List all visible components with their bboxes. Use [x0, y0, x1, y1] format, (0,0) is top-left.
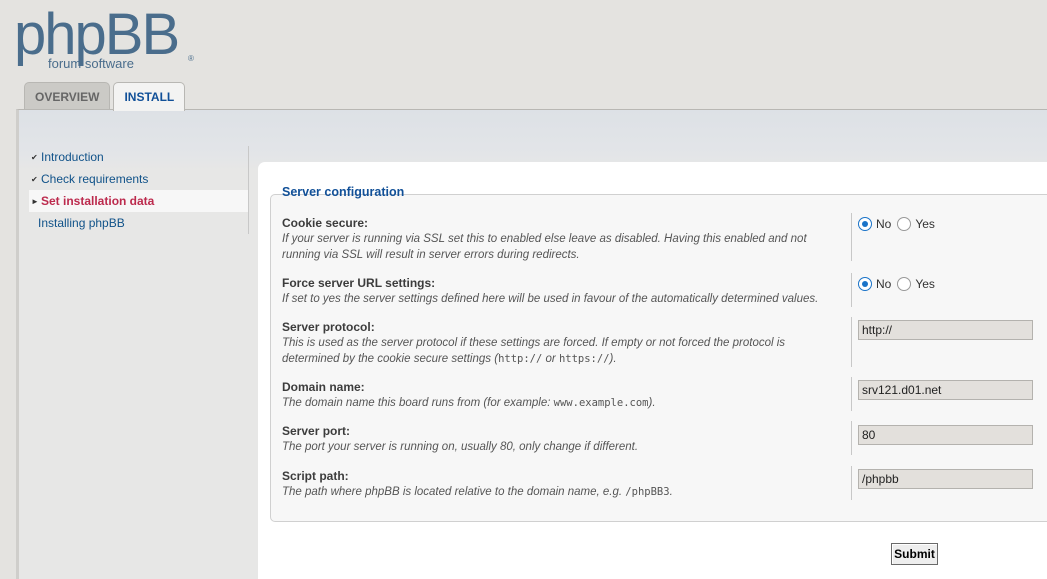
legend-text: Server configuration: [282, 185, 405, 199]
radio-label-yes: Yes: [915, 217, 935, 231]
check-icon: ✔: [31, 174, 38, 184]
explain-code: http://: [498, 353, 543, 365]
menu-item-label: Introduction: [41, 150, 104, 164]
script-path-input[interactable]: /phpbb: [858, 469, 1033, 489]
fieldset-legend: Server configuration: [282, 185, 404, 199]
menu-item-set-installation-data[interactable]: ► Set installation data: [29, 190, 248, 212]
install-steps-menu: ✔ Introduction ✔ Check requirements ► Se…: [29, 146, 249, 234]
cookie-secure-explain: If your server is running via SSL set th…: [282, 233, 807, 261]
force-server-yes-radio[interactable]: [897, 277, 912, 291]
tab-overview[interactable]: OVERVIEW: [24, 82, 111, 110]
explain-code: www.example.com: [553, 397, 649, 409]
cookie-secure-options: No Yes: [858, 217, 941, 231]
radio-label-no: No: [876, 277, 892, 291]
menu-item-label: Check requirements: [41, 172, 149, 186]
check-icon: ✔: [31, 152, 38, 162]
explain-code: /phpBB3: [625, 486, 670, 498]
server-protocol-explain: This is used as the server protocol if t…: [282, 335, 822, 367]
server-protocol-input[interactable]: http://: [858, 320, 1033, 340]
menu-item-introduction[interactable]: ✔ Introduction: [29, 146, 248, 168]
server-port-input[interactable]: 80: [858, 425, 1033, 445]
menu-item-label: Installing phpBB: [38, 216, 125, 230]
tab-install[interactable]: INSTALL: [113, 82, 186, 111]
explain-text: ).: [609, 353, 617, 365]
radio-label-no: No: [876, 217, 892, 231]
arrow-right-icon: ►: [31, 196, 39, 206]
explain-text: ).: [648, 397, 656, 409]
explain-code: https://: [558, 353, 610, 365]
force-server-explain: If set to yes the server settings define…: [282, 293, 819, 305]
logo-registered-mark: ®: [188, 54, 194, 63]
menu-item-installing-phpbb[interactable]: Installing phpBB: [29, 212, 248, 234]
server-port-explain: The port your server is running on, usua…: [282, 441, 639, 453]
radio-label-yes: Yes: [915, 277, 935, 291]
logo-subtitle: forum software: [48, 56, 134, 71]
menu-item-label: Set installation data: [41, 194, 155, 208]
phpbb-logo: phpBB forum software ®: [14, 2, 199, 74]
explain-text: The domain name this board runs from (fo…: [282, 397, 554, 409]
domain-name-input[interactable]: srv121.d01.net: [858, 380, 1033, 400]
force-server-options: No Yes: [858, 277, 941, 291]
explain-text: or: [542, 353, 559, 365]
explain-text: The path where phpBB is located relative…: [282, 486, 626, 498]
submit-button[interactable]: Submit: [891, 543, 938, 565]
force-server-no-radio[interactable]: [858, 277, 872, 291]
menu-item-check-requirements[interactable]: ✔ Check requirements: [29, 168, 248, 190]
domain-name-explain: The domain name this board runs from (fo…: [282, 395, 842, 411]
script-path-explain: The path where phpBB is located relative…: [282, 484, 842, 500]
tab-bar: OVERVIEW INSTALL: [24, 82, 188, 111]
cookie-secure-yes-radio[interactable]: [897, 217, 912, 231]
cookie-secure-no-radio[interactable]: [858, 217, 872, 231]
explain-text: .: [669, 486, 673, 498]
